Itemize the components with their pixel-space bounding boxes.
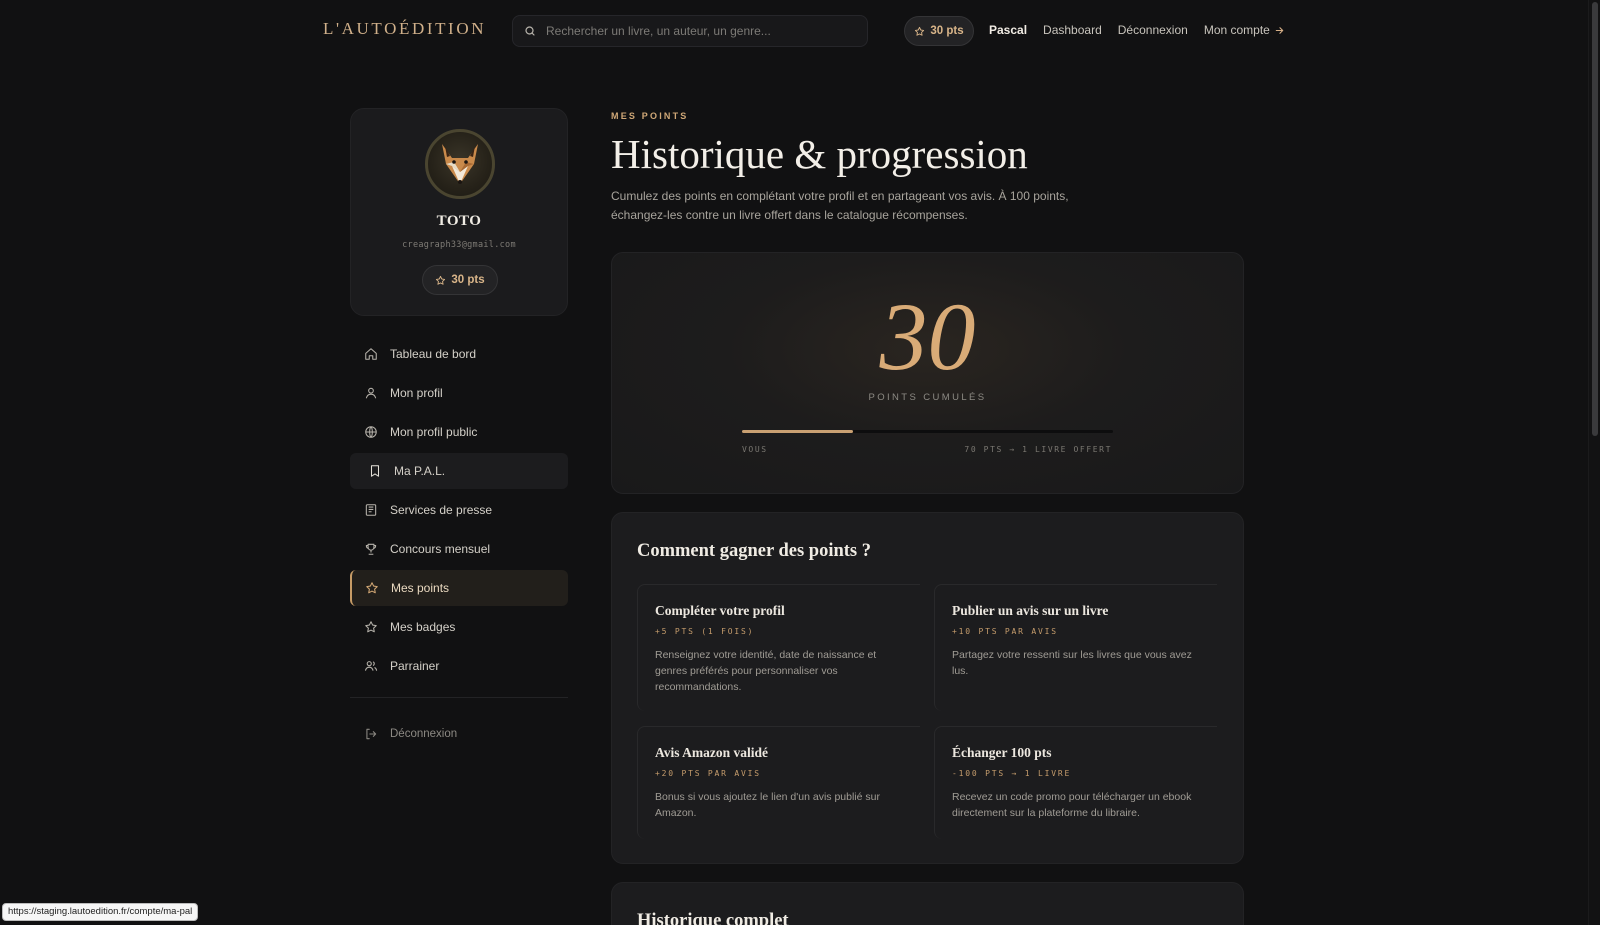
progress-left-label: VOUS — [742, 445, 768, 454]
home-icon — [365, 348, 377, 360]
search-icon — [525, 26, 535, 36]
sidebar-item-mon-profil[interactable]: Mon profil — [350, 375, 568, 411]
earn-item-title: Échanger 100 pts — [952, 745, 1052, 760]
earn-item-profile: Compléter votre profil +5 PTS (1 FOIS) R… — [637, 584, 920, 711]
earn-item-tag: +10 PTS PAR AVIS — [952, 627, 1058, 636]
sidebar-item-label: Concours mensuel — [390, 542, 491, 556]
account-link[interactable]: Mon compte — [1204, 23, 1285, 37]
star-icon — [365, 621, 377, 633]
sidebar-item-label: Tableau de bord — [390, 347, 477, 361]
sidebar-item-label: Mon profil — [390, 386, 443, 400]
users-icon — [364, 661, 378, 671]
points-badge[interactable]: 30 pts — [904, 16, 974, 46]
page-description: Cumulez des points en complétant votre p… — [611, 189, 1069, 222]
earn-item-review: Publier un avis sur un livre +10 PTS PAR… — [934, 584, 1217, 711]
points-badge-label: 30 pts — [930, 25, 964, 37]
star-icon — [915, 26, 925, 36]
earn-item-title: Publier un avis sur un livre — [952, 603, 1109, 618]
sidebar-item-services-de-presse[interactable]: Services de presse — [350, 492, 568, 528]
profile-card: TOTO creagraph33@gmail.com 30 pts — [350, 108, 568, 316]
avatar[interactable] — [425, 129, 495, 199]
points-summary-card: 30 POINTS CUMULÉS VOUS 70 PTS → 1 LIVRE … — [611, 252, 1244, 494]
sidebar-divider — [350, 697, 568, 698]
sidebar-item-label: Mes points — [391, 581, 450, 595]
profile-points-badge[interactable]: 30 pts — [422, 265, 498, 295]
earn-item-tag: -100 PTS → 1 LIVRE — [952, 769, 1072, 778]
profile-email: creagraph33@gmail.com — [402, 240, 516, 250]
search-input[interactable] — [546, 24, 846, 38]
star-icon — [436, 275, 446, 285]
sidebar-item-label: Mes badges — [390, 620, 456, 634]
earn-item-title: Avis Amazon validé — [655, 745, 769, 760]
points-progress-bar — [742, 430, 1113, 433]
earn-item-tag: +5 PTS (1 FOIS) — [655, 627, 755, 636]
earn-item-text: Recevez un code promo pour télécharger u… — [952, 791, 1192, 819]
points-progress-fill — [742, 430, 854, 433]
user-icon — [365, 387, 377, 399]
earn-points-card: Comment gagner des points ? Compléter vo… — [611, 512, 1244, 864]
points-total: 30 — [879, 283, 976, 390]
sidebar-item-concours-mensuel[interactable]: Concours mensuel — [350, 531, 568, 567]
site-logo[interactable]: L'AUTOÉDITION — [323, 19, 486, 39]
scrollbar-thumb[interactable] — [1592, 2, 1598, 436]
sidebar-item-mon-profil-public[interactable]: Mon profil public — [350, 414, 568, 450]
earn-item-text: Renseignez votre identité, date de naiss… — [655, 649, 877, 693]
progress-right-label: 70 PTS → 1 LIVRE OFFERT — [964, 445, 1112, 454]
history-card: Historique complet — [611, 882, 1244, 925]
page-scrollbar[interactable] — [1588, 0, 1600, 925]
sidebar-item-label: Ma P.A.L. — [394, 464, 446, 478]
earn-section-title: Comment gagner des points ? — [637, 541, 871, 561]
earn-item-text: Partagez votre ressenti sur les livres q… — [952, 649, 1192, 677]
header-nav: Pascal Dashboard Déconnexion Mon compte — [989, 23, 1285, 37]
section-eyebrow: MES POINTS — [611, 111, 689, 121]
earn-item-tag: +20 PTS PAR AVIS — [655, 769, 761, 778]
trophy-icon — [365, 543, 377, 555]
newspaper-icon — [365, 504, 377, 516]
globe-icon — [365, 426, 377, 438]
sidebar-item-ma-pal[interactable]: Ma P.A.L. — [350, 453, 568, 489]
page-title: Historique & progression — [611, 131, 1028, 177]
sidebar-item-tableau-de-bord[interactable]: Tableau de bord — [350, 336, 568, 372]
search-bar[interactable] — [512, 15, 868, 47]
arrow-right-icon — [1275, 26, 1284, 34]
logout-icon — [366, 728, 377, 740]
sidebar-item-label: Mon profil public — [390, 425, 478, 439]
sidebar-item-deconnexion[interactable]: Déconnexion — [350, 716, 568, 752]
points-label: POINTS CUMULÉS — [868, 392, 987, 403]
account-link-label: Mon compte — [1203, 23, 1270, 37]
earn-item-exchange: Échanger 100 pts -100 PTS → 1 LIVRE Rece… — [934, 726, 1217, 839]
sidebar-item-mes-points[interactable]: Mes points — [350, 570, 568, 606]
dashboard-link[interactable]: Dashboard — [1043, 23, 1102, 37]
star-icon — [366, 582, 378, 594]
earn-item-title: Compléter votre profil — [655, 603, 785, 618]
sidebar-item-label: Services de presse — [390, 503, 493, 517]
earn-item-amazon: Avis Amazon validé +20 PTS PAR AVIS Bonu… — [637, 726, 920, 839]
sidebar-item-mes-badges[interactable]: Mes badges — [350, 609, 568, 645]
bookmark-icon — [370, 465, 380, 477]
user-link[interactable]: Pascal — [989, 23, 1027, 37]
sidebar-nav: Tableau de bord Mon profil Mon profil pu… — [350, 336, 568, 755]
history-title: Historique complet — [637, 911, 789, 925]
profile-name: TOTO — [436, 213, 482, 229]
status-bar-url: https://staging.lautoedition.fr/compte/m… — [2, 903, 199, 921]
sidebar-item-label: Parrainer — [390, 659, 440, 673]
profile-points-label: 30 pts — [451, 274, 485, 286]
sidebar-item-parrainer[interactable]: Parrainer — [350, 648, 568, 684]
sidebar-logout-label: Déconnexion — [390, 728, 458, 740]
earn-item-text: Bonus si vous ajoutez le lien d'un avis … — [655, 791, 880, 819]
fox-avatar-image — [442, 144, 478, 184]
logout-link[interactable]: Déconnexion — [1118, 23, 1188, 37]
top-bar: L'AUTOÉDITION 30 pts Pascal Dashboard Dé… — [0, 0, 1588, 62]
